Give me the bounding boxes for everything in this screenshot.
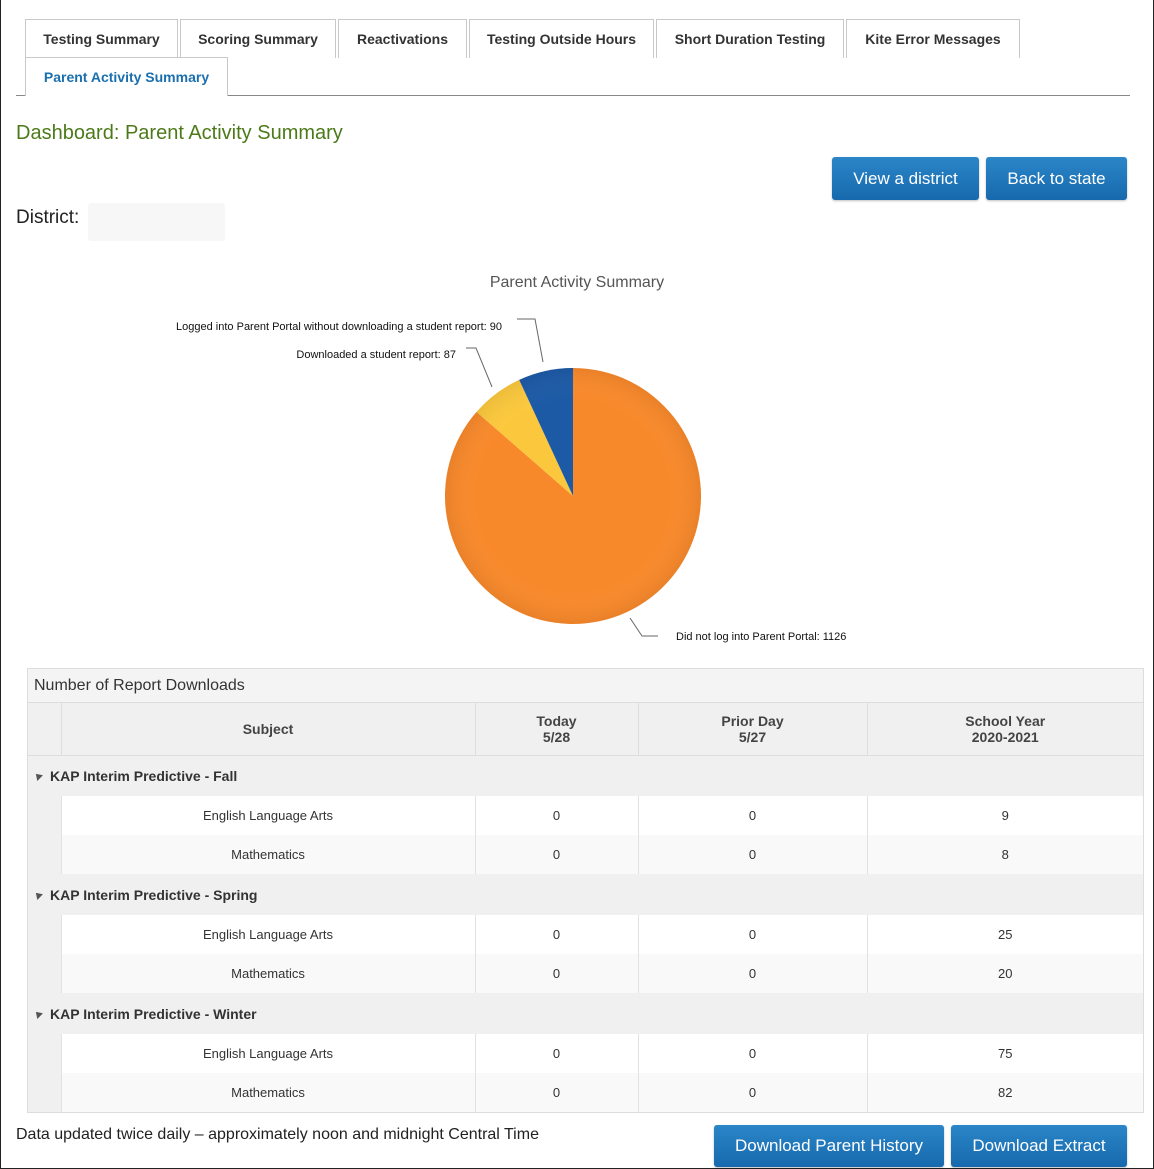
- school-year-cell: 9: [866, 796, 1143, 835]
- collapse-triangle-icon[interactable]: [33, 1008, 43, 1019]
- tab-parent-activity-summary[interactable]: Parent Activity Summary: [25, 57, 228, 96]
- prior-day-cell: 0: [637, 954, 867, 993]
- pie-shading: [445, 368, 701, 624]
- tab-short-duration-testing[interactable]: Short Duration Testing: [656, 19, 844, 58]
- view-district-button[interactable]: View a district: [832, 157, 979, 200]
- column-header-school-year[interactable]: School Year 2020-2021: [866, 703, 1143, 756]
- back-to-state-button[interactable]: Back to state: [986, 157, 1127, 200]
- today-header-date: 5/28: [542, 728, 571, 745]
- school-year-cell: 25: [866, 915, 1143, 954]
- row-indent-spacer: [28, 915, 61, 954]
- table-caption: Number of Report Downloads: [28, 669, 1143, 703]
- subject-cell: English Language Arts: [60, 796, 475, 835]
- tab-scoring-summary[interactable]: Scoring Summary: [180, 19, 336, 58]
- prior-day-cell: 0: [637, 796, 867, 835]
- column-header-subject[interactable]: Subject: [60, 703, 475, 756]
- row-indent-spacer: [28, 954, 61, 993]
- row-indent-spacer: [28, 1073, 61, 1112]
- prior-day-cell: 0: [637, 915, 867, 954]
- subject-cell: Mathematics: [60, 1073, 475, 1112]
- subject-header-label: Subject: [242, 720, 294, 737]
- table-row: Mathematics 0 0 82: [28, 1073, 1143, 1112]
- table-group-row[interactable]: KAP Interim Predictive - Spring: [28, 874, 1143, 915]
- table-group-row[interactable]: KAP Interim Predictive - Fall: [28, 755, 1143, 796]
- today-cell: 0: [474, 835, 638, 874]
- data-update-note: Data updated twice daily – approximately…: [16, 1126, 539, 1143]
- pie-leader-line: [629, 617, 658, 637]
- table-row: English Language Arts 0 0 75: [28, 1034, 1143, 1073]
- school-year-cell: 20: [866, 954, 1143, 993]
- prior-day-cell: 0: [637, 1073, 867, 1112]
- subject-cell: Mathematics: [60, 835, 475, 874]
- table-row: English Language Arts 0 0 9: [28, 796, 1143, 835]
- download-parent-history-button[interactable]: Download Parent History: [714, 1125, 944, 1167]
- school-year-header-label: School Year: [965, 712, 1046, 729]
- tab-testing-summary[interactable]: Testing Summary: [25, 19, 178, 58]
- tab-kite-error-messages[interactable]: Kite Error Messages: [846, 19, 1020, 58]
- today-cell: 0: [474, 796, 638, 835]
- subject-cell: English Language Arts: [60, 1034, 475, 1073]
- report-downloads-table: Number of Report Downloads Subject Today…: [27, 668, 1144, 1113]
- chart-title: Parent Activity Summary: [489, 274, 665, 291]
- prior-day-cell: 0: [637, 835, 867, 874]
- group-header-cell: KAP Interim Predictive - Spring: [28, 874, 1143, 915]
- row-indent-spacer: [28, 796, 61, 835]
- prior-day-header-label: Prior Day: [721, 712, 784, 729]
- group-header-cell: KAP Interim Predictive - Winter: [28, 993, 1143, 1034]
- school-year-cell: 82: [866, 1073, 1143, 1112]
- pie-leader-line: [466, 347, 493, 388]
- pie-data-label: Did not log into Parent Portal: 1126: [676, 631, 846, 643]
- download-extract-button[interactable]: Download Extract: [951, 1125, 1127, 1167]
- district-value: [88, 203, 225, 241]
- group-label: KAP Interim Predictive - Fall: [50, 767, 238, 784]
- pie-leader-line: [517, 318, 544, 363]
- group-label: KAP Interim Predictive - Winter: [50, 1005, 257, 1022]
- group-header-cell: KAP Interim Predictive - Fall: [28, 755, 1143, 796]
- tab-reactivations[interactable]: Reactivations: [338, 19, 467, 58]
- prior-day-header-date: 5/27: [738, 728, 767, 745]
- tab-testing-outside-hours[interactable]: Testing Outside Hours: [469, 19, 654, 58]
- subject-cell: English Language Arts: [60, 915, 475, 954]
- column-header-prior-day[interactable]: Prior Day 5/27: [637, 703, 867, 756]
- today-cell: 0: [474, 1073, 638, 1112]
- school-year-cell: 75: [866, 1034, 1143, 1073]
- today-cell: 0: [474, 915, 638, 954]
- subject-cell: Mathematics: [60, 954, 475, 993]
- row-indent-spacer: [28, 1034, 61, 1073]
- page-title: Dashboard: Parent Activity Summary: [16, 122, 343, 144]
- today-cell: 0: [474, 1034, 638, 1073]
- table-group-row[interactable]: KAP Interim Predictive - Winter: [28, 993, 1143, 1034]
- collapse-triangle-icon[interactable]: [33, 770, 43, 781]
- pie-chart: Did not log into Parent Portal: 1126 Down…: [176, 318, 846, 643]
- today-header-label: Today: [536, 712, 577, 729]
- row-indent-spacer: [28, 835, 61, 874]
- table-header-spacer: [28, 703, 61, 756]
- collapse-triangle-icon[interactable]: [33, 889, 43, 900]
- column-header-today[interactable]: Today 5/28: [474, 703, 638, 756]
- today-cell: 0: [474, 954, 638, 993]
- prior-day-cell: 0: [637, 1034, 867, 1073]
- school-year-cell: 8: [866, 835, 1143, 874]
- table-row: Mathematics 0 0 20: [28, 954, 1143, 993]
- district-label: District:: [16, 207, 80, 228]
- table-row: Mathematics 0 0 8: [28, 835, 1143, 874]
- pie-data-label: Logged into Parent Portal without downlo…: [176, 321, 502, 333]
- table-row: English Language Arts 0 0 25: [28, 915, 1143, 954]
- school-year-header-range: 2020-2021: [971, 728, 1039, 745]
- group-label: KAP Interim Predictive - Spring: [50, 886, 258, 903]
- pie-data-label: Downloaded a student report: 87: [296, 349, 456, 361]
